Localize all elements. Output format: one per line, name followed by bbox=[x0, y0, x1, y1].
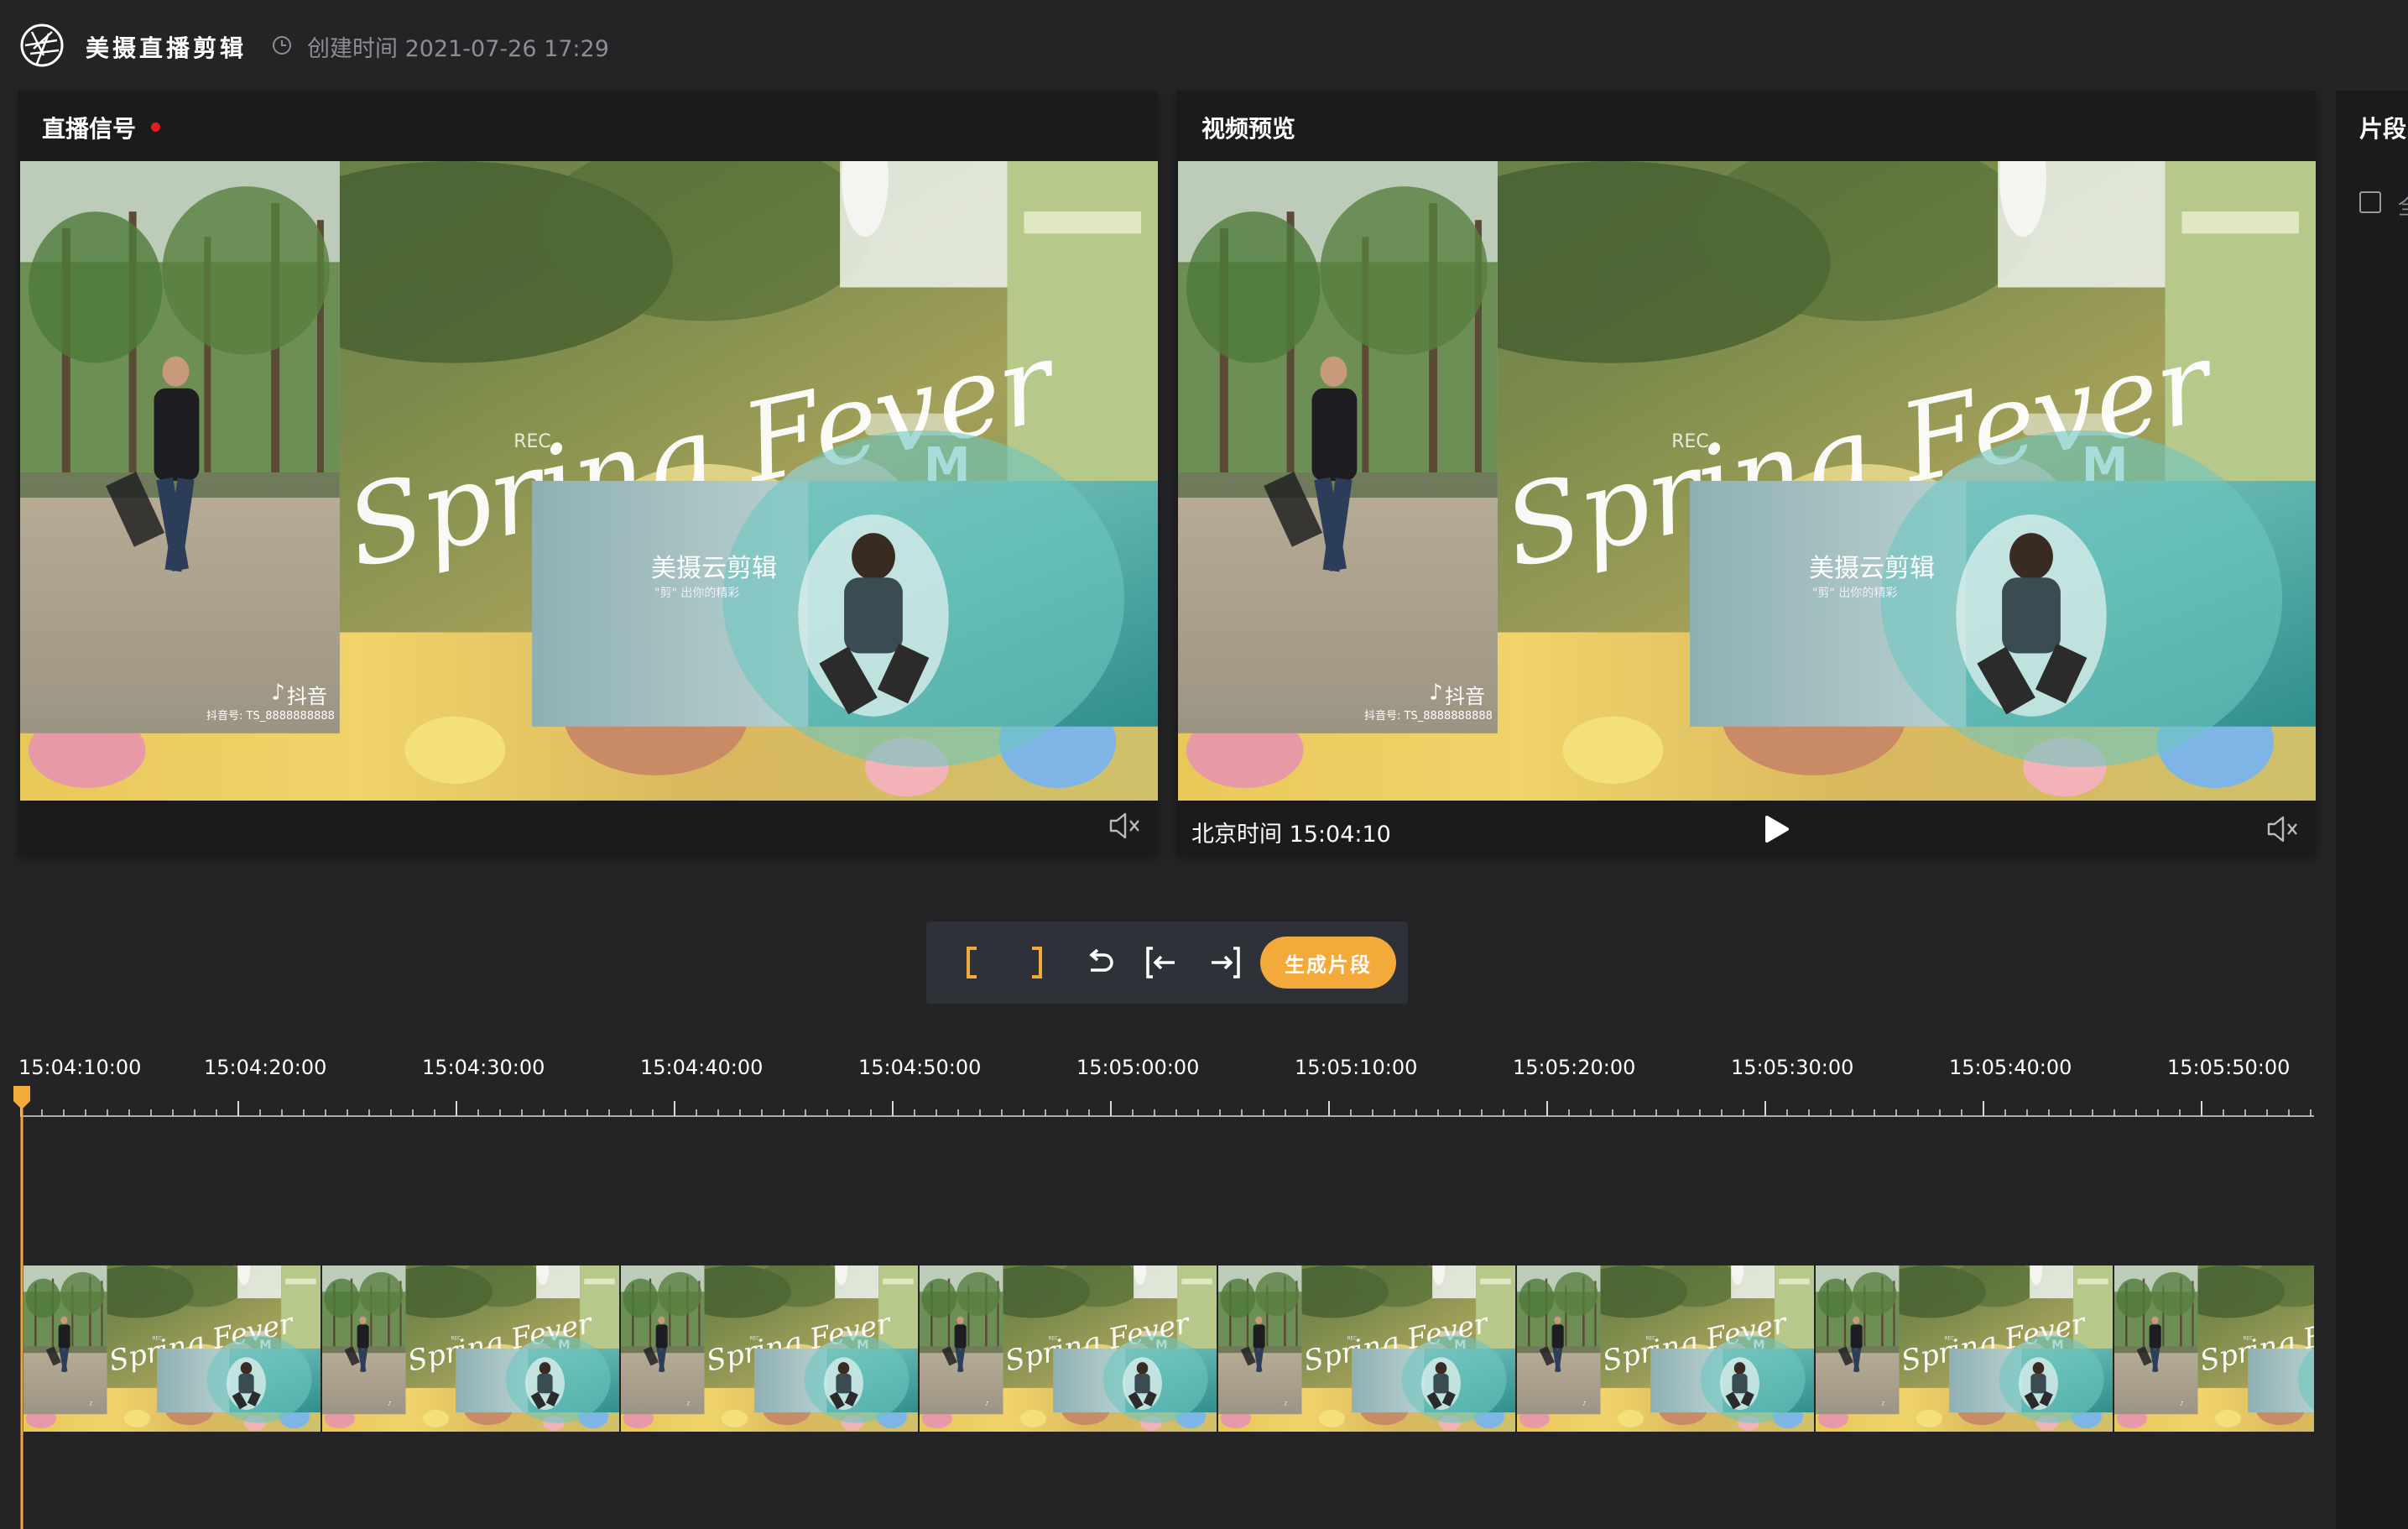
ruler-tick-label: 15:05:30:00 bbox=[1731, 1056, 1854, 1079]
ruler-tick-label: 15:05:00:00 bbox=[1076, 1056, 1200, 1079]
filmstrip-thumbnail bbox=[2114, 1265, 2314, 1432]
filmstrip-thumbnail bbox=[1517, 1265, 1814, 1432]
volume-mute-icon[interactable] bbox=[1106, 809, 1143, 843]
jump-to-start-icon[interactable] bbox=[1133, 933, 1191, 992]
edit-toolbar: 生成片段 bbox=[926, 921, 1408, 1004]
live-video[interactable]: 美摄云剪辑 "剪" 出你的精彩 抖音 抖音号: TS_8888888888 bbox=[20, 161, 1158, 801]
clips-panel: 片段 全 bbox=[2336, 91, 2408, 1529]
ruler-tick-label: 15:04:20:00 bbox=[204, 1056, 327, 1079]
pip-title: 美摄云剪辑 bbox=[1809, 554, 1935, 583]
playhead[interactable] bbox=[13, 1084, 31, 1529]
select-all-checkbox[interactable] bbox=[2359, 191, 2381, 213]
ruler-tick-label: 15:05:40:00 bbox=[1949, 1056, 2072, 1079]
undo-icon[interactable] bbox=[1071, 933, 1129, 992]
filmstrip-thumbnail bbox=[1816, 1265, 2113, 1432]
ruler-tick-label: 15:04:30:00 bbox=[422, 1056, 545, 1079]
pip-title: 美摄云剪辑 bbox=[651, 554, 777, 583]
filmstrip-thumbnail bbox=[920, 1265, 1217, 1432]
video-preview-title: 视频预览 bbox=[1201, 115, 1296, 143]
preview-video[interactable]: 美摄云剪辑 "剪" 出你的精彩 抖音 抖音号: TS_8888888888 bbox=[1178, 161, 2316, 801]
ruler-tick-label: 15:04:40:00 bbox=[640, 1056, 764, 1079]
clips-title: 片段 bbox=[2359, 115, 2407, 143]
filmstrip-thumbnail bbox=[23, 1265, 321, 1432]
douyin-id: 抖音号: TS_8888888888 bbox=[206, 710, 335, 723]
live-signal-title: 直播信号 bbox=[42, 115, 137, 143]
timeline-ruler[interactable] bbox=[20, 1091, 2314, 1121]
ruler-tick-label: 15:05:50:00 bbox=[2167, 1056, 2291, 1079]
live-indicator-dot bbox=[151, 123, 160, 132]
ruler-tick-label: 15:04:10:00 bbox=[18, 1056, 142, 1079]
select-all-label: 全 bbox=[2398, 190, 2408, 221]
volume-mute-icon[interactable] bbox=[2264, 812, 2301, 846]
mark-in-bracket-icon[interactable] bbox=[943, 933, 1002, 992]
douyin-label: 抖音 bbox=[287, 685, 327, 708]
jump-to-end-icon[interactable] bbox=[1195, 933, 1254, 992]
live-signal-panel: 直播信号 美摄云剪辑 "剪" 出你的精彩 抖音 抖音号: TS_88888888… bbox=[18, 91, 1158, 854]
ruler-tick-label: 15:05:10:00 bbox=[1295, 1056, 1418, 1079]
timeline-filmstrip[interactable] bbox=[23, 1265, 2314, 1432]
filmstrip-thumbnail bbox=[1218, 1265, 1515, 1432]
app-title: 美摄直播剪辑 bbox=[86, 34, 248, 62]
filmstrip-thumbnail bbox=[322, 1265, 619, 1432]
live-video-frame bbox=[20, 161, 1158, 801]
ruler-tick-label: 15:04:50:00 bbox=[858, 1056, 982, 1079]
video-preview-panel: 视频预览 美摄云剪辑 "剪" 出你的精彩 抖音 抖音号: TS_88888888… bbox=[1176, 91, 2316, 854]
play-icon[interactable] bbox=[1759, 812, 1792, 846]
beijing-time-label: 北京时间 15:04:10 bbox=[1191, 822, 1391, 848]
preview-video-frame bbox=[1178, 161, 2316, 801]
top-header: 美摄直播剪辑 创建时间 2021-07-26 17:29 bbox=[0, 0, 2408, 91]
pip-subtitle: "剪" 出你的精彩 bbox=[1812, 587, 1898, 600]
created-time: 创建时间 2021-07-26 17:29 bbox=[307, 36, 609, 62]
filmstrip-thumbnail bbox=[621, 1265, 918, 1432]
mark-out-bracket-icon[interactable] bbox=[1007, 933, 1066, 992]
douyin-id: 抖音号: TS_8888888888 bbox=[1364, 710, 1493, 723]
generate-clip-button[interactable]: 生成片段 bbox=[1260, 937, 1396, 989]
pip-subtitle: "剪" 出你的精彩 bbox=[654, 587, 740, 600]
douyin-label: 抖音 bbox=[1445, 685, 1485, 708]
clock-icon bbox=[273, 36, 291, 55]
aperture-logo-icon[interactable] bbox=[18, 22, 65, 69]
ruler-tick-label: 15:05:20:00 bbox=[1513, 1056, 1636, 1079]
